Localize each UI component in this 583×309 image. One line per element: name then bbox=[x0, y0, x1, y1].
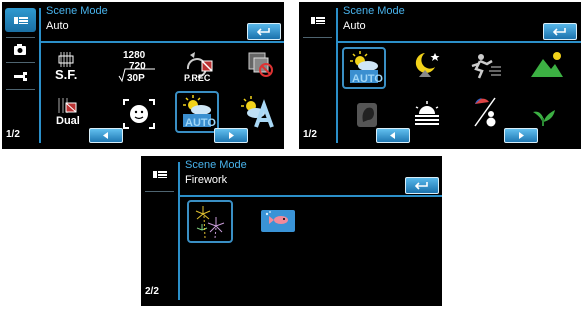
sidebar-divider bbox=[6, 89, 35, 90]
beach-snow-scene-icon bbox=[474, 97, 496, 127]
triangle-right-icon bbox=[519, 132, 524, 139]
scene-mode-screen-2: 1/2 Scene Mode Auto AUTO bbox=[299, 2, 581, 149]
sf-label: S.F. bbox=[55, 67, 77, 82]
pre-record-icon: P.REC bbox=[184, 52, 213, 83]
auto-scene-icon: AUTO bbox=[183, 95, 216, 129]
wrench-icon bbox=[14, 72, 27, 81]
tab-settings[interactable] bbox=[144, 162, 175, 184]
night-scene-icon bbox=[415, 53, 440, 77]
option-image-stabilization[interactable]: S.F. bbox=[46, 49, 88, 87]
option-sunset-scene[interactable] bbox=[407, 96, 449, 134]
auto-label: AUTO bbox=[185, 117, 216, 129]
page-indicator: 1/2 bbox=[6, 129, 20, 140]
resolution-fps: 30P bbox=[127, 73, 145, 84]
image-stabilization-icon: S.F. bbox=[55, 52, 77, 82]
option-face-detection[interactable] bbox=[118, 95, 160, 133]
dual-record-icon: Dual bbox=[56, 98, 80, 127]
menu-current-value: Auto bbox=[343, 20, 366, 32]
settings-menu-icon bbox=[311, 17, 325, 24]
auto-label: AUTO bbox=[352, 73, 383, 85]
resolution-icon: 1280 720 30P bbox=[118, 50, 155, 84]
back-button[interactable] bbox=[543, 23, 577, 40]
aquarium-scene-icon bbox=[261, 210, 295, 232]
settings-menu-icon bbox=[14, 17, 28, 24]
landscape-scene-icon bbox=[531, 52, 563, 77]
option-auto-scene[interactable]: AUTO bbox=[342, 47, 386, 89]
divider-vertical bbox=[336, 8, 338, 143]
sidebar-divider bbox=[303, 37, 332, 38]
settings-menu-icon bbox=[153, 171, 167, 178]
option-aquarium-scene[interactable] bbox=[257, 204, 299, 242]
return-arrow-icon bbox=[552, 28, 566, 36]
sidebar-divider bbox=[6, 62, 35, 63]
sidebar: 2/2 bbox=[141, 156, 178, 306]
dual-label: Dual bbox=[56, 115, 80, 127]
tab-settings[interactable] bbox=[5, 8, 36, 32]
option-sports-scene[interactable] bbox=[465, 47, 507, 85]
sidebar: 1/2 bbox=[299, 2, 336, 149]
tab-settings[interactable] bbox=[302, 8, 333, 30]
option-firework-scene[interactable] bbox=[187, 200, 233, 243]
return-arrow-icon bbox=[414, 182, 428, 190]
page-indicator: 2/2 bbox=[145, 286, 159, 297]
menu-title: Scene Mode bbox=[46, 5, 108, 17]
resolution-height: 720 bbox=[129, 61, 146, 72]
menu-current-value: Firework bbox=[185, 174, 228, 186]
auto-scene-icon: AUTO bbox=[350, 51, 383, 85]
triangle-left-icon bbox=[390, 132, 395, 139]
option-beach-snow-scene[interactable] bbox=[465, 94, 507, 132]
divider-horizontal bbox=[178, 195, 442, 197]
tab-camera[interactable] bbox=[5, 39, 36, 61]
option-anti-theft[interactable] bbox=[237, 47, 279, 85]
sports-scene-icon bbox=[471, 54, 501, 79]
option-auto-white-balance[interactable] bbox=[236, 93, 278, 131]
sidebar: 1/2 bbox=[2, 2, 39, 149]
divider-horizontal bbox=[336, 41, 581, 43]
sunset-scene-icon bbox=[415, 101, 439, 125]
option-night-scene[interactable] bbox=[407, 47, 449, 85]
face-detection-icon bbox=[123, 99, 155, 129]
option-dual-record[interactable]: Dual bbox=[46, 93, 88, 131]
triangle-left-icon bbox=[103, 132, 108, 139]
anti-theft-icon bbox=[248, 52, 273, 77]
sidebar-divider bbox=[145, 191, 174, 192]
resolution-width: 1280 bbox=[123, 50, 146, 61]
option-resolution[interactable]: 1280 720 30P bbox=[113, 47, 159, 85]
scene-mode-screen-1: 1/2 Scene Mode Auto S.F. 1280 720 30P P.… bbox=[2, 2, 284, 149]
prec-label: P.REC bbox=[184, 73, 211, 83]
next-page-button[interactable] bbox=[214, 128, 248, 143]
option-auto-scene[interactable]: AUTO bbox=[175, 91, 219, 133]
back-button[interactable] bbox=[247, 23, 281, 40]
prev-page-button[interactable] bbox=[376, 128, 410, 143]
triangle-right-icon bbox=[229, 132, 234, 139]
sidebar-divider bbox=[6, 37, 35, 38]
return-arrow-icon bbox=[256, 28, 270, 36]
prev-page-button[interactable] bbox=[89, 128, 123, 143]
firework-scene-icon bbox=[195, 206, 225, 239]
option-pre-record[interactable]: P.REC bbox=[178, 47, 220, 85]
menu-current-value: Auto bbox=[46, 20, 69, 32]
menu-title: Scene Mode bbox=[185, 159, 247, 171]
scene-mode-screen-3: 2/2 Scene Mode Firework bbox=[141, 156, 442, 306]
camera-icon bbox=[14, 44, 26, 55]
divider-vertical bbox=[39, 8, 41, 143]
menu-title: Scene Mode bbox=[343, 5, 405, 17]
tab-tools[interactable] bbox=[5, 65, 36, 87]
next-page-button[interactable] bbox=[504, 128, 538, 143]
option-landscape-scene[interactable] bbox=[525, 47, 567, 85]
auto-white-balance-icon bbox=[241, 96, 274, 128]
divider-vertical bbox=[178, 162, 180, 300]
back-button[interactable] bbox=[405, 177, 439, 194]
page-indicator: 1/2 bbox=[303, 129, 317, 140]
divider-horizontal bbox=[39, 41, 284, 43]
